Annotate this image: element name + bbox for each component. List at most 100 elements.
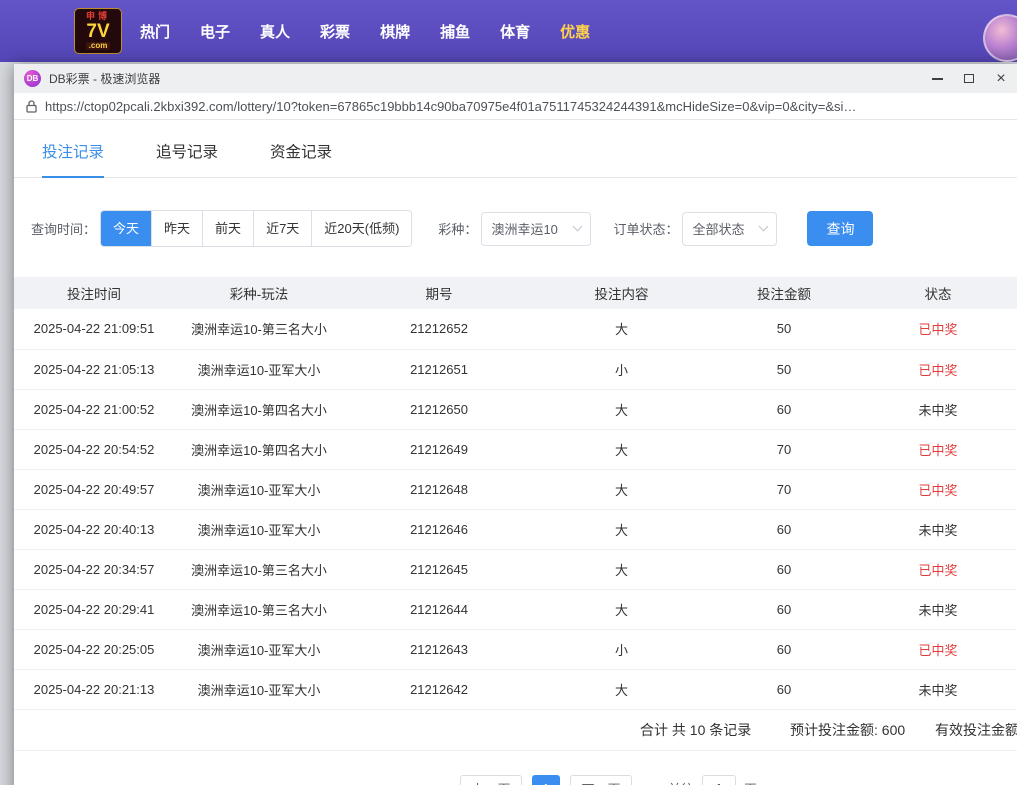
- cell-game: 澳洲幸运10-亚军大小: [174, 509, 344, 549]
- cell-content: 大: [534, 429, 709, 469]
- time-filter-group: 今天 昨天 前天 近7天 近20天(低频): [100, 210, 412, 247]
- cell-status: 已中奖: [859, 309, 1017, 349]
- time-filter-20days[interactable]: 近20天(低频): [312, 211, 411, 246]
- close-button[interactable]: ×: [985, 64, 1017, 93]
- time-filter-7days[interactable]: 近7天: [254, 211, 312, 246]
- cell-time: 2025-04-22 20:34:57: [14, 549, 174, 589]
- order-status-select[interactable]: 全部状态: [682, 212, 777, 246]
- search-button[interactable]: 查询: [807, 211, 873, 246]
- cell-time: 2025-04-22 20:29:41: [14, 589, 174, 629]
- cell-amount: 60: [709, 589, 859, 629]
- page-number-1[interactable]: 1: [532, 775, 560, 785]
- summary-expected-amount: 预计投注金额: 600: [790, 720, 905, 740]
- nav-item-promotions[interactable]: 优惠: [560, 21, 590, 42]
- nav-item-electronic[interactable]: 电子: [200, 21, 230, 42]
- table-row: 2025-04-22 20:34:57 澳洲幸运10-第三名大小 2121264…: [14, 549, 1017, 589]
- tab-bet-records[interactable]: 投注记录: [42, 140, 104, 178]
- site-logo[interactable]: 申博 7V .com: [74, 8, 122, 54]
- nav-item-sports[interactable]: 体育: [500, 21, 530, 42]
- summary-total-records: 合计 共 10 条记录: [640, 720, 751, 740]
- nav-item-fishing[interactable]: 捕鱼: [440, 21, 470, 42]
- nav-item-live[interactable]: 真人: [260, 21, 290, 42]
- cell-time: 2025-04-22 21:09:51: [14, 309, 174, 349]
- cell-issue: 21212651: [344, 349, 534, 389]
- cell-content: 小: [534, 349, 709, 389]
- cell-game: 澳洲幸运10-第三名大小: [174, 549, 344, 589]
- goto-page-input[interactable]: [702, 775, 736, 785]
- lottery-select-value: 澳洲幸运10: [491, 219, 557, 238]
- goto-page-group: 前往 页: [668, 775, 757, 785]
- time-filter-today[interactable]: 今天: [101, 211, 152, 246]
- cell-status: 未中奖: [859, 589, 1017, 629]
- col-header-issue: 期号: [344, 277, 534, 309]
- cell-time: 2025-04-22 20:21:13: [14, 669, 174, 709]
- close-icon: ×: [996, 71, 1005, 87]
- app-icon: DB: [24, 70, 41, 87]
- cell-content: 大: [534, 509, 709, 549]
- lock-icon: [26, 100, 37, 113]
- user-avatar[interactable]: [983, 14, 1017, 62]
- cell-issue: 21212644: [344, 589, 534, 629]
- browser-address-bar[interactable]: https://ctop02pcali.2kbxi392.com/lottery…: [14, 93, 1017, 120]
- cell-amount: 70: [709, 469, 859, 509]
- cell-amount: 50: [709, 349, 859, 389]
- cell-amount: 60: [709, 629, 859, 669]
- cell-game: 澳洲幸运10-第三名大小: [174, 589, 344, 629]
- maximize-button[interactable]: [953, 64, 985, 93]
- bet-records-table: 投注时间 彩种-玩法 期号 投注内容 投注金额 状态 2025-04-22 21…: [14, 277, 1017, 710]
- cell-content: 大: [534, 669, 709, 709]
- nav-item-board-games[interactable]: 棋牌: [380, 21, 410, 42]
- table-row: 2025-04-22 20:49:57 澳洲幸运10-亚军大小 21212648…: [14, 469, 1017, 509]
- table-row: 2025-04-22 21:09:51 澳洲幸运10-第三名大小 2121265…: [14, 309, 1017, 349]
- prev-page-button[interactable]: 上一页: [460, 775, 522, 785]
- cell-status: 已中奖: [859, 429, 1017, 469]
- cell-status: 未中奖: [859, 509, 1017, 549]
- logo-suffix-text: .com: [86, 42, 111, 50]
- cell-game: 澳洲幸运10-亚军大小: [174, 469, 344, 509]
- time-filter-day-before[interactable]: 前天: [203, 211, 254, 246]
- cell-status: 未中奖: [859, 669, 1017, 709]
- goto-label: 前往: [668, 779, 694, 785]
- cell-game: 澳洲幸运10-第三名大小: [174, 309, 344, 349]
- cell-issue: 21212649: [344, 429, 534, 469]
- cell-game: 澳洲幸运10-第四名大小: [174, 389, 344, 429]
- cell-content: 大: [534, 589, 709, 629]
- order-status-value: 全部状态: [692, 219, 744, 238]
- url-text[interactable]: https://ctop02pcali.2kbxi392.com/lottery…: [45, 99, 1005, 114]
- time-filter-yesterday[interactable]: 昨天: [152, 211, 203, 246]
- filter-bar: 查询时间： 今天 昨天 前天 近7天 近20天(低频) 彩种： 澳洲幸运10 订…: [14, 210, 1017, 247]
- lottery-select[interactable]: 澳洲幸运10: [481, 212, 591, 246]
- maximize-icon: [964, 74, 974, 83]
- window-titlebar[interactable]: DB DB彩票 - 极速浏览器 ×: [14, 64, 1017, 93]
- cell-content: 大: [534, 309, 709, 349]
- cell-amount: 60: [709, 509, 859, 549]
- cell-issue: 21212652: [344, 309, 534, 349]
- col-header-time: 投注时间: [14, 277, 174, 309]
- cell-time: 2025-04-22 20:25:05: [14, 629, 174, 669]
- cell-time: 2025-04-22 21:05:13: [14, 349, 174, 389]
- cell-status: 已中奖: [859, 549, 1017, 589]
- cell-content: 大: [534, 469, 709, 509]
- cell-game: 澳洲幸运10-第四名大小: [174, 429, 344, 469]
- tab-fund-records[interactable]: 资金记录: [270, 140, 332, 177]
- site-top-nav: 申博 7V .com 热门 电子 真人 彩票 棋牌 捕鱼 体育 优惠: [0, 0, 1017, 62]
- table-row: 2025-04-22 20:40:13 澳洲幸运10-亚军大小 21212646…: [14, 509, 1017, 549]
- next-page-button[interactable]: 下一页: [570, 775, 632, 785]
- cell-issue: 21212650: [344, 389, 534, 429]
- logo-main-text: 7V: [86, 22, 109, 41]
- cell-issue: 21212642: [344, 669, 534, 709]
- minimize-button[interactable]: [921, 64, 953, 93]
- order-status-label: 订单状态：: [613, 219, 678, 238]
- nav-item-lottery[interactable]: 彩票: [320, 21, 350, 42]
- cell-time: 2025-04-22 21:00:52: [14, 389, 174, 429]
- pagination: 上一页 1 下一页 前往 页: [14, 775, 1017, 785]
- cell-time: 2025-04-22 20:54:52: [14, 429, 174, 469]
- cell-amount: 60: [709, 669, 859, 709]
- time-filter-label: 查询时间：: [31, 219, 96, 238]
- cell-issue: 21212648: [344, 469, 534, 509]
- nav-item-hot[interactable]: 热门: [140, 21, 170, 42]
- summary-row: 合计 共 10 条记录 预计投注金额: 600 有效投注金额:: [14, 710, 1017, 751]
- tab-chase-records[interactable]: 追号记录: [156, 140, 218, 177]
- browser-window: DB DB彩票 - 极速浏览器 × https://ctop02pcali.2k…: [14, 64, 1017, 785]
- cell-time: 2025-04-22 20:49:57: [14, 469, 174, 509]
